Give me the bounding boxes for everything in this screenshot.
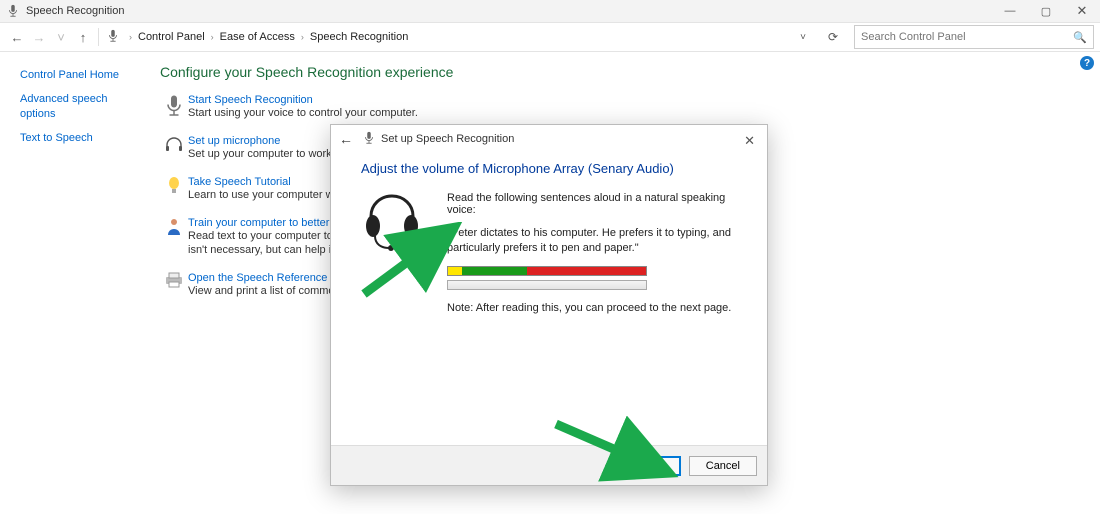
refresh-button[interactable]: ⟳	[820, 26, 846, 48]
chevron-right-icon: ›	[299, 32, 306, 42]
wizard-note: Note: After reading this, you can procee…	[447, 302, 737, 314]
recent-dropdown[interactable]: ˅	[50, 26, 72, 48]
toolbar: ← → ˅ ↑ › Control Panel › Ease of Access…	[0, 22, 1100, 52]
wizard-back-button[interactable]: ←	[339, 131, 359, 147]
headset-illustration	[361, 192, 447, 314]
wizard-titlebar: ← Set up Speech Recognition ✕	[331, 125, 767, 153]
breadcrumb-item[interactable]: Ease of Access	[216, 29, 299, 45]
wizard-quote: "Peter dictates to his computer. He pref…	[447, 226, 737, 256]
window-title: Speech Recognition	[26, 5, 124, 17]
wizard-footer: Next Cancel	[331, 445, 767, 485]
maximize-button[interactable]: ▢	[1028, 0, 1064, 22]
wizard-title: Set up Speech Recognition	[381, 133, 514, 145]
mic-icon	[160, 92, 188, 121]
wizard-heading: Adjust the volume of Microphone Array (S…	[361, 161, 737, 176]
setup-mic-link[interactable]: Set up microphone	[188, 135, 280, 147]
volume-meter	[447, 266, 647, 276]
lightbulb-icon	[160, 174, 188, 203]
mic-icon	[6, 4, 20, 18]
search-field[interactable]	[861, 31, 1073, 43]
minimize-button[interactable]: —	[992, 0, 1028, 22]
address-dropdown[interactable]: ˅	[792, 28, 814, 47]
breadcrumb-item[interactable]: Speech Recognition	[306, 29, 412, 45]
meter-red	[527, 267, 646, 275]
mic-icon	[107, 29, 121, 46]
search-icon: 🔍	[1073, 31, 1087, 44]
sidebar-link-advanced[interactable]: Advanced speech options	[20, 92, 140, 121]
search-input[interactable]: 🔍	[854, 25, 1094, 49]
meter-yellow	[448, 267, 462, 275]
list-item: Start Speech Recognition Start using you…	[160, 92, 1076, 121]
next-button[interactable]: Next	[624, 456, 681, 476]
divider	[98, 28, 99, 46]
tutorial-link[interactable]: Take Speech Tutorial	[188, 176, 291, 188]
mic-icon	[363, 131, 377, 148]
volume-level-bar	[447, 280, 647, 290]
chevron-right-icon: ›	[127, 32, 134, 42]
breadcrumb-item[interactable]: Control Panel	[134, 29, 209, 45]
wizard-instruction: Read the following sentences aloud in a …	[447, 192, 737, 216]
person-icon	[160, 215, 188, 259]
back-button[interactable]: ←	[6, 26, 28, 48]
sidebar-link-home[interactable]: Control Panel Home	[20, 68, 140, 82]
sidebar: Control Panel Home Advanced speech optio…	[0, 52, 150, 514]
sidebar-link-tts[interactable]: Text to Speech	[20, 131, 140, 145]
page-heading: Configure your Speech Recognition experi…	[160, 64, 1076, 80]
up-button[interactable]: ↑	[72, 26, 94, 48]
printer-icon	[160, 270, 188, 299]
close-button[interactable]: ✕	[1064, 0, 1100, 22]
cancel-button[interactable]: Cancel	[689, 456, 757, 476]
headset-icon	[160, 133, 188, 162]
item-desc: Start using your voice to control your c…	[188, 106, 1076, 121]
start-speech-link[interactable]: Start Speech Recognition	[188, 94, 313, 106]
setup-wizard-dialog: ← Set up Speech Recognition ✕ Adjust the…	[330, 124, 768, 486]
window-titlebar: Speech Recognition — ▢ ✕	[0, 0, 1100, 22]
chevron-right-icon: ›	[209, 32, 216, 42]
breadcrumb[interactable]: › Control Panel › Ease of Access › Speec…	[103, 29, 792, 46]
meter-green	[462, 267, 527, 275]
forward-button[interactable]: →	[28, 26, 50, 48]
wizard-close-button[interactable]: ✕	[738, 131, 761, 151]
